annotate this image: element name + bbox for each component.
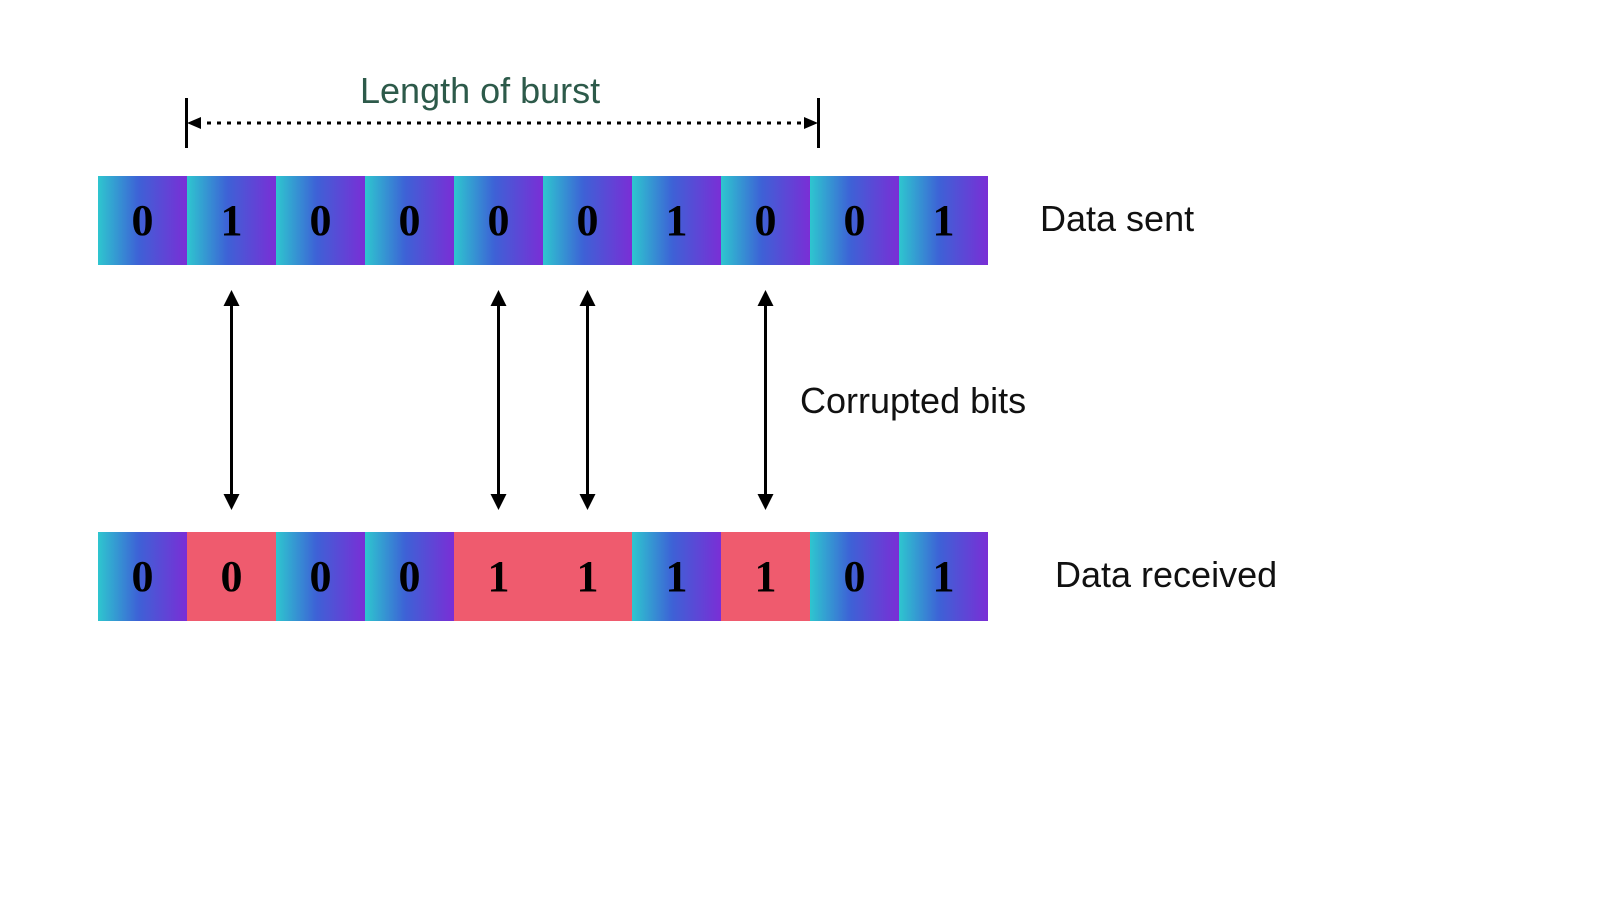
recv-bit-3: 0 <box>365 532 454 621</box>
recv-bit-8: 0 <box>810 532 899 621</box>
sent-bit-6: 1 <box>632 176 721 265</box>
sent-bit-3: 0 <box>365 176 454 265</box>
sent-bit-8: 0 <box>810 176 899 265</box>
recv-bit-7: 1 <box>721 532 810 621</box>
burst-length-label: Length of burst <box>360 70 600 112</box>
burst-dotted-arrow <box>187 113 818 133</box>
recv-bit-9: 1 <box>899 532 988 621</box>
sent-bit-1: 1 <box>187 176 276 265</box>
sent-bit-9: 1 <box>899 176 988 265</box>
recv-bit-0: 0 <box>98 532 187 621</box>
sent-bit-7: 0 <box>721 176 810 265</box>
corruption-arrows <box>0 0 1600 900</box>
sent-bit-4: 0 <box>454 176 543 265</box>
corruption-arrow-4 <box>491 290 507 510</box>
diagram-stage: { "layout": { "sent_y": 176, "recv_y": 5… <box>0 0 1600 900</box>
recv-bit-1: 0 <box>187 532 276 621</box>
sent-bit-2: 0 <box>276 176 365 265</box>
recv-bit-2: 0 <box>276 532 365 621</box>
corruption-arrow-7 <box>758 290 774 510</box>
recv-bit-5: 1 <box>543 532 632 621</box>
recv-bit-4: 1 <box>454 532 543 621</box>
corruption-arrow-5 <box>580 290 596 510</box>
recv-bit-6: 1 <box>632 532 721 621</box>
corruption-arrow-1 <box>224 290 240 510</box>
data-received-label: Data received <box>1055 554 1277 596</box>
sent-bit-5: 0 <box>543 176 632 265</box>
corrupted-bits-label: Corrupted bits <box>800 380 1026 422</box>
data-sent-label: Data sent <box>1040 198 1194 240</box>
sent-bit-0: 0 <box>98 176 187 265</box>
